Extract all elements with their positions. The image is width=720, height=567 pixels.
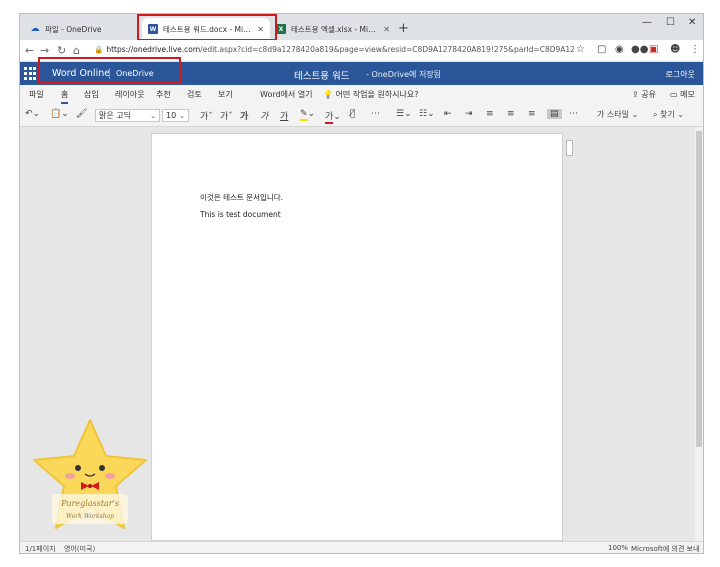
close-window-icon[interactable]: ✕ bbox=[688, 17, 696, 28]
bold-icon[interactable]: 가 bbox=[240, 109, 248, 122]
tab-close-icon[interactable]: ✕ bbox=[383, 25, 390, 34]
tab-strip: ☁ 파일 - OneDrive W 테스트용 워드.docx - Microso… bbox=[20, 14, 703, 40]
document-page[interactable]: 이것은 테스트 문서입니다. This is test document bbox=[151, 133, 563, 541]
extension-icon[interactable]: ●● bbox=[631, 44, 648, 55]
back-icon[interactable]: ← bbox=[25, 44, 34, 57]
ribbon-toolbar: ↶⌄ 📋⌄ 🖌 맑은 고딕 ⌄ 10 ⌄ 가ˆ 가ˇ 가 가 가 ✎⌄ 가⌄ 가̸ … bbox=[20, 105, 703, 127]
url-field[interactable]: 🔒 https://onedrive.live.com/edit.aspx?cid… bbox=[94, 45, 574, 54]
tab-file[interactable]: 파일 bbox=[29, 89, 44, 100]
status-bar: 1/1페이지 영어(미국) 100% Microsoft에 의견 보내기 bbox=[20, 541, 703, 553]
zoom-level[interactable]: 100% bbox=[608, 544, 628, 552]
bookmark-star-icon[interactable]: ☆ bbox=[576, 44, 585, 55]
feedback-link[interactable]: Microsoft에 의견 보내기 bbox=[631, 544, 703, 553]
font-name-select[interactable]: 맑은 고딕 ⌄ bbox=[95, 109, 160, 122]
shrink-font-icon[interactable]: 가ˇ bbox=[220, 109, 233, 122]
align-right-icon[interactable]: ≡ bbox=[528, 109, 536, 119]
find-button[interactable]: ⌕ 찾기 ⌄ bbox=[653, 109, 684, 120]
more-icon[interactable]: ⋯ bbox=[371, 109, 380, 119]
highlight-color-icon[interactable]: ✎⌄ bbox=[300, 109, 315, 121]
tab-excel-doc[interactable]: X 테스트용 엑셀.xlsx - Microsoft E ✕ bbox=[270, 18, 396, 40]
comment-margin-marker bbox=[566, 140, 573, 156]
reload-icon[interactable]: ↻ bbox=[57, 44, 66, 57]
extension-icon[interactable]: ▢ bbox=[597, 44, 606, 55]
comments-button[interactable]: ▭ 메모 bbox=[670, 89, 695, 100]
tab-onedrive[interactable]: ☁ 파일 - OneDrive bbox=[24, 18, 154, 40]
comment-icon: ▭ bbox=[670, 90, 678, 99]
share-icon: ⇪ bbox=[632, 90, 639, 99]
bullets-icon[interactable]: ☰⌄ bbox=[396, 109, 412, 119]
highlight-tab-box bbox=[137, 14, 277, 41]
extension-icon[interactable]: ▣ bbox=[649, 44, 658, 55]
tab-layout[interactable]: 레이아웃 bbox=[115, 89, 144, 100]
share-button[interactable]: ⇪ 공유 bbox=[632, 89, 656, 100]
styles-icon: 가 bbox=[597, 110, 605, 119]
search-icon: ⌕ bbox=[653, 110, 658, 119]
tab-review[interactable]: 검토 bbox=[187, 89, 202, 100]
minimize-icon[interactable]: — bbox=[642, 17, 652, 28]
align-left-icon[interactable]: ≡ bbox=[486, 109, 494, 119]
clear-format-icon[interactable]: 가̸ bbox=[350, 109, 355, 119]
extension-icon[interactable]: ◉ bbox=[615, 44, 624, 55]
tell-me-box[interactable]: 💡 어떤 작업을 원하시나요? bbox=[323, 89, 418, 100]
ribbon-tabs: 파일 홈 삽입 레이아웃 추천 검토 보기 Word에서 열기 💡 어떤 작업을… bbox=[20, 85, 703, 105]
open-in-word-button[interactable]: Word에서 열기 bbox=[260, 89, 313, 100]
mascot-text-line1: Pureglasstar's bbox=[60, 499, 119, 508]
paragraph[interactable]: 이것은 테스트 문서입니다. bbox=[200, 192, 283, 203]
profile-icon[interactable]: ☻ bbox=[670, 44, 680, 55]
menu-icon[interactable]: ⋮ bbox=[690, 44, 700, 55]
lightbulb-icon: 💡 bbox=[323, 90, 333, 99]
chevron-down-icon: ⌄ bbox=[150, 111, 156, 120]
star-mascot-logo: Pureglasstar's Work Workshop bbox=[33, 419, 147, 529]
home-icon[interactable]: ⌂ bbox=[73, 44, 80, 57]
page-count: 1/1페이지 bbox=[25, 545, 56, 553]
tab-home[interactable]: 홈 bbox=[61, 89, 69, 104]
maximize-icon[interactable]: ☐ bbox=[666, 17, 675, 28]
undo-icon[interactable]: ↶⌄ bbox=[25, 109, 40, 119]
forward-icon[interactable]: → bbox=[40, 44, 49, 57]
font-color-icon[interactable]: 가⌄ bbox=[325, 109, 341, 124]
justify-icon[interactable]: ▤ bbox=[547, 109, 562, 119]
language-indicator[interactable]: 영어(미국) bbox=[64, 544, 95, 553]
more-paragraph-icon[interactable]: ⋯ bbox=[569, 109, 578, 119]
tab-references[interactable]: 추천 bbox=[156, 89, 171, 100]
onedrive-icon: ☁ bbox=[30, 24, 40, 34]
styles-button[interactable]: 가 스타일 ⌄ bbox=[597, 109, 638, 120]
mascot-text-line2: Work Workshop bbox=[66, 513, 114, 520]
font-size-select[interactable]: 10 ⌄ bbox=[162, 109, 189, 122]
align-center-icon[interactable]: ≡ bbox=[507, 109, 515, 119]
vertical-scrollbar[interactable] bbox=[695, 127, 703, 541]
sign-out-link[interactable]: 로그아웃 bbox=[666, 69, 695, 80]
highlight-app-box bbox=[38, 57, 181, 84]
format-painter-icon[interactable]: 🖌 bbox=[76, 109, 87, 119]
chevron-down-icon: ⌄ bbox=[179, 111, 185, 120]
decrease-indent-icon[interactable]: ⇤ bbox=[444, 109, 452, 119]
numbering-icon[interactable]: ☷⌄ bbox=[419, 109, 435, 119]
document-title[interactable]: 테스트용 워드 bbox=[294, 68, 349, 82]
save-status: - OneDrive에 저장됨 bbox=[366, 70, 442, 79]
underline-icon[interactable]: 가 bbox=[280, 109, 288, 122]
lock-icon: 🔒 bbox=[94, 45, 104, 54]
tab-insert[interactable]: 삽입 bbox=[84, 89, 99, 100]
app-launcher-icon[interactable] bbox=[24, 67, 37, 80]
paragraph[interactable]: This is test document bbox=[200, 210, 281, 219]
increase-indent-icon[interactable]: ⇥ bbox=[465, 109, 473, 119]
paste-icon[interactable]: 📋⌄ bbox=[50, 109, 69, 119]
tab-view[interactable]: 보기 bbox=[218, 89, 233, 100]
italic-icon[interactable]: 가 bbox=[260, 109, 268, 122]
new-tab-button[interactable]: + bbox=[398, 21, 409, 36]
grow-font-icon[interactable]: 가ˆ bbox=[200, 109, 213, 122]
excel-icon: X bbox=[276, 24, 286, 34]
scrollbar-thumb[interactable] bbox=[696, 131, 702, 447]
